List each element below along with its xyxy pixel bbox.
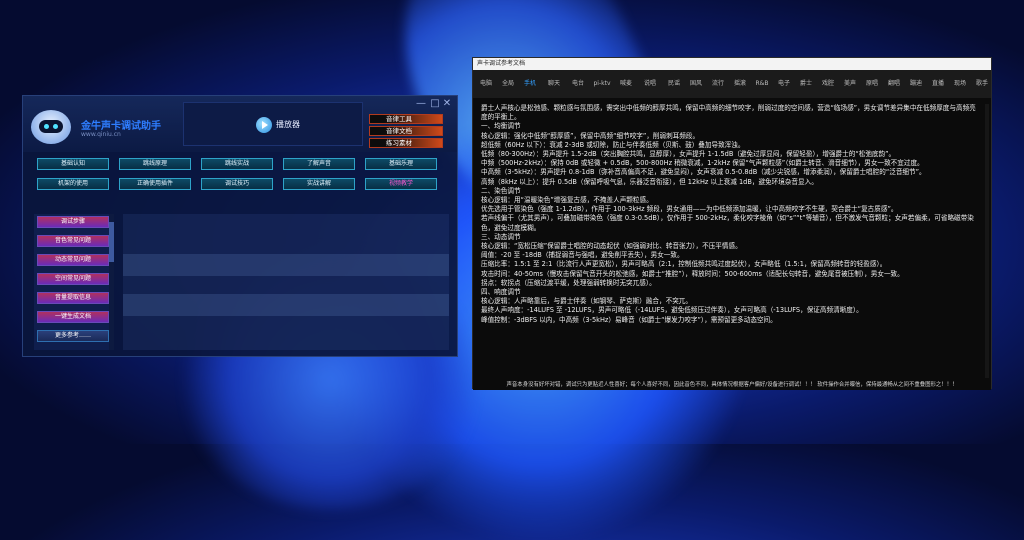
play-icon[interactable] <box>256 117 272 133</box>
doc-line: 核心逻辑：“宽松压缩”保留爵士唱腔的动态起伏（如强弱对比、转音张力），不压平情感… <box>481 242 742 251</box>
tab-rap[interactable]: 说唱 <box>641 76 659 92</box>
doc-line: 一、均衡调节 <box>481 122 521 131</box>
doc-line: 中高频（3-5kHz）：男声提升 0.8-1dB（弥补音高偏高不足，避免显闷），… <box>481 168 926 177</box>
tab-electronic[interactable]: 电子 <box>775 76 793 92</box>
minimize-button[interactable]: — <box>415 98 427 109</box>
nav-routing-practice[interactable]: 跳线实战 <box>201 158 273 170</box>
sound-card-assistant-window: 金牛声卡调试助手 www.qiniu.cn 播放器 音律工具 音律文档 练习素材… <box>22 95 458 357</box>
tab-rnb[interactable]: R&B <box>753 76 771 92</box>
doc-line: 核心逻辑：强化中低频“醇厚感”，保留中高频“细节咬字”，削弱刺耳频段。 <box>481 131 700 140</box>
tab-global[interactable]: 全局 <box>499 76 517 92</box>
side-item-dynamics-issues[interactable]: 动态常见问题 <box>37 254 109 266</box>
tab-original[interactable]: 原唱 <box>863 76 881 92</box>
nav-music-theory[interactable]: 基础乐理 <box>365 158 437 170</box>
genre-tabs: 电脑 全局 手机 聊天 电台 pi-ktv 喊麦 说唱 民谣 国风 流行 摇滚 … <box>473 70 991 98</box>
side-item-more[interactable]: 更多参考…… <box>37 330 109 342</box>
doc-line: 四、响度调节 <box>481 288 521 297</box>
tab-disco[interactable]: 蹦迪 <box>907 76 925 92</box>
tool-button-audio-docs[interactable]: 音律文档 <box>369 126 443 136</box>
scroll-thumb[interactable] <box>109 222 114 262</box>
tab-ktv[interactable]: pi-ktv <box>591 76 613 92</box>
doc-line: 高频（8kHz 以上）：提升 0.5dB（保留呼吸气息，乐器泛音衔接），但 12… <box>481 177 818 186</box>
tab-live[interactable]: 直播 <box>929 76 947 92</box>
side-item-timbre-issues[interactable]: 音色常见问题 <box>37 235 109 247</box>
doc-window-title: 声卡调试参考文档 <box>473 58 991 70</box>
side-item-space-issues[interactable]: 空间常见问题 <box>37 273 109 285</box>
nav-practice-explained[interactable]: 实战讲解 <box>283 178 355 190</box>
player-panel: 播放器 <box>183 102 363 146</box>
app-brand: 金牛声卡调试助手 <box>81 121 161 132</box>
tab-mc[interactable]: 喊麦 <box>617 76 635 92</box>
maximize-button[interactable]: □ <box>429 98 441 109</box>
doc-line: 若声线偏干（尤其男声），可叠加磁带染色（强度 0.3-0.5dB），仅作用于 5… <box>481 214 974 232</box>
tab-mobile[interactable]: 手机 <box>521 76 539 92</box>
doc-line: 拐点：软拐点（压缩过渡平缓，处理强弱转换时无突兀感）。 <box>481 278 656 287</box>
robot-logo-icon <box>31 110 71 144</box>
doc-line: 最终人声响度：-14LUFS 至 -12LUFS，男声可略低（-14LUFS，避… <box>481 306 863 315</box>
doc-line: 爵士人声核心是松弛感、颗粒感与氛围感，需突出中低频的醇厚共鸣，保留中高频的细节咬… <box>481 104 976 122</box>
app-url: www.qiniu.cn <box>81 131 121 138</box>
tab-cover[interactable]: 翻唱 <box>885 76 903 92</box>
nav-video-tutorials[interactable]: 视频教学 <box>365 178 437 190</box>
tool-button-audio-tools[interactable]: 音律工具 <box>369 114 443 124</box>
doc-line: 低频（80-300Hz）：男声提升 1.5-2dB（突出胸腔共鸣，显醇厚），女声… <box>481 150 896 159</box>
doc-line: 三、动态调节 <box>481 232 521 241</box>
tab-opera[interactable]: 戏腔 <box>819 76 837 92</box>
doc-line: 压缩比率：1.5:1 至 2:1（比流行人声更宽松），男声可略高（2:1，控制低… <box>481 260 887 269</box>
tab-onsite[interactable]: 现场 <box>951 76 969 92</box>
tab-rock[interactable]: 摇滚 <box>731 76 749 92</box>
side-item-volume-info[interactable]: 音量提取信息 <box>37 292 109 304</box>
doc-footer-note: 声音本身没有好坏对错，调试只为更贴近人性喜好；每个人喜好不同，因此音色不同，具体… <box>473 380 991 390</box>
doc-line: 攻击时间：40-50ms（慢攻击保留气音开头的松弛感，如爵士“推腔”），释放时间… <box>481 269 904 278</box>
tab-chat[interactable]: 聊天 <box>545 76 563 92</box>
nav-routing-principle[interactable]: 跳线原理 <box>119 158 191 170</box>
doc-line: 峰值控制：-3dBFS 以内，中高频（3-5kHz）易峰音（如爵士“爆发力咬字”… <box>481 315 777 324</box>
side-menu: 调试步骤 音色常见问题 动态常见问题 空间常见问题 音量提取信息 一键生成文档 … <box>34 214 114 350</box>
doc-line: 超低频（60Hz 以下）：衰减 2-3dB 或切除，防止与伴奏低频（贝斯、鼓）叠… <box>481 140 745 149</box>
tab-radio[interactable]: 电台 <box>569 76 587 92</box>
app-header: 金牛声卡调试助手 www.qiniu.cn 播放器 音律工具 音律文档 练习素材… <box>23 96 457 152</box>
tab-pc[interactable]: 电脑 <box>477 76 495 92</box>
doc-line: 核心逻辑：用“温暖染色”增强复古感，不掩盖人声颗粒感。 <box>481 196 653 205</box>
close-button[interactable]: ✕ <box>441 98 453 109</box>
doc-line: 二、染色调节 <box>481 186 521 195</box>
tab-folk[interactable]: 民谣 <box>665 76 683 92</box>
nav-understand-sound[interactable]: 了解声音 <box>283 158 355 170</box>
nav-basics[interactable]: 基础认知 <box>37 158 109 170</box>
nav-rack-usage[interactable]: 机架的使用 <box>37 178 109 190</box>
content-panel <box>123 214 449 350</box>
side-item-tuning-steps[interactable]: 调试步骤 <box>37 216 109 228</box>
doc-body: 爵士人声核心是松弛感、颗粒感与氛围感，需突出中低频的醇厚共鸣，保留中高频的细节咬… <box>481 104 981 378</box>
tool-button-practice-material[interactable]: 练习素材 <box>369 138 443 148</box>
side-item-generate-doc[interactable]: 一键生成文档 <box>37 311 109 323</box>
reference-doc-window: 声卡调试参考文档 电脑 全局 手机 聊天 电台 pi-ktv 喊麦 说唱 民谣 … <box>472 57 992 390</box>
doc-scrollbar[interactable] <box>985 104 989 378</box>
tab-singer[interactable]: 歌手 <box>973 76 991 92</box>
tab-guofeng[interactable]: 国风 <box>687 76 705 92</box>
content-stripe <box>123 254 449 276</box>
tab-jazz[interactable]: 爵士 <box>797 76 815 92</box>
tab-bel-canto[interactable]: 美声 <box>841 76 859 92</box>
side-scrollbar[interactable] <box>109 214 114 350</box>
tab-pop[interactable]: 流行 <box>709 76 727 92</box>
nav-plugin-usage[interactable]: 正确使用插件 <box>119 178 191 190</box>
player-label: 播放器 <box>276 120 300 129</box>
content-stripe <box>123 294 449 316</box>
main-nav: 基础认知 跳线原理 跳线实战 了解声音 基础乐理 机架的使用 正确使用插件 调试… <box>23 156 457 198</box>
nav-tuning-tips[interactable]: 调试技巧 <box>201 178 273 190</box>
